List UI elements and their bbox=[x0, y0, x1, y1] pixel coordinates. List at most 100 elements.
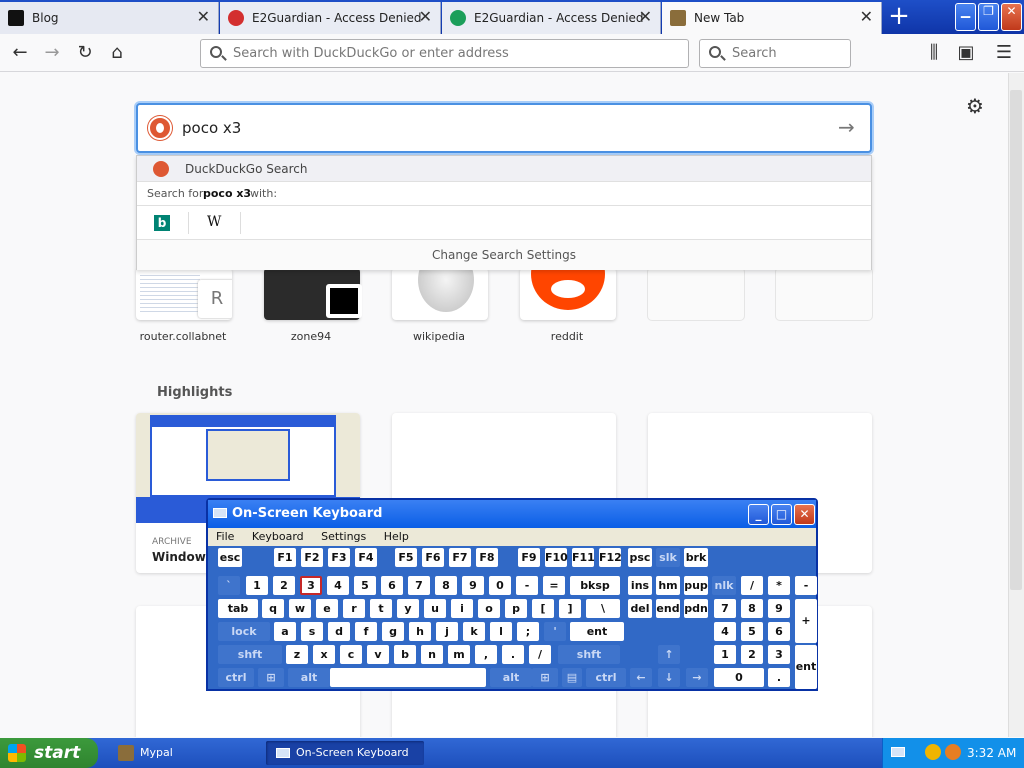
osk-key[interactable]: bksp bbox=[570, 576, 620, 595]
osk-key[interactable]: ⊞ bbox=[532, 668, 558, 687]
osk-key[interactable]: 6 bbox=[768, 622, 790, 641]
osk-key[interactable]: * bbox=[768, 576, 790, 595]
tab-e2guardian-2[interactable]: E2Guardian - Access Denied ✕ bbox=[442, 2, 661, 34]
osk-key[interactable]: F9 bbox=[518, 548, 540, 567]
osk-key[interactable]: ent bbox=[795, 645, 817, 689]
osk-key[interactable]: q bbox=[262, 599, 284, 618]
osk-key[interactable]: ctrl bbox=[586, 668, 626, 687]
minimize-button[interactable]: ▁ bbox=[955, 3, 976, 31]
osk-key[interactable]: slk bbox=[656, 548, 680, 567]
osk-key[interactable]: / bbox=[529, 645, 551, 664]
sidebar-icon[interactable]: ▣ bbox=[954, 41, 978, 65]
osk-key[interactable]: end bbox=[656, 599, 680, 618]
osk-key[interactable]: w bbox=[289, 599, 311, 618]
osk-key[interactable]: 7 bbox=[408, 576, 430, 595]
tab-new-tab[interactable]: New Tab ✕ bbox=[662, 2, 882, 34]
osk-key[interactable]: u bbox=[424, 599, 446, 618]
osk-key[interactable]: ⊞ bbox=[258, 668, 284, 687]
osk-key[interactable]: F7 bbox=[449, 548, 471, 567]
osk-key[interactable]: lock bbox=[218, 622, 270, 641]
close-icon[interactable]: ✕ bbox=[860, 9, 873, 25]
osk-key[interactable]: b bbox=[394, 645, 416, 664]
osk-key[interactable]: 3 bbox=[768, 645, 790, 664]
osk-key[interactable]: / bbox=[741, 576, 763, 595]
gear-icon[interactable]: ⚙ bbox=[966, 94, 984, 118]
osk-key[interactable]: n bbox=[421, 645, 443, 664]
osk-key[interactable]: F1 bbox=[274, 548, 296, 567]
keyboard-tray-icon[interactable] bbox=[891, 747, 905, 757]
close-icon[interactable]: ✕ bbox=[639, 9, 652, 25]
osk-key[interactable]: d bbox=[328, 622, 350, 641]
change-search-settings[interactable]: Change Search Settings bbox=[137, 240, 871, 270]
topsite-router[interactable]: R bbox=[136, 268, 232, 320]
osk-key[interactable]: 2 bbox=[273, 576, 295, 595]
osk-key[interactable]: ; bbox=[517, 622, 539, 641]
osk-key[interactable]: p bbox=[505, 599, 527, 618]
osk-menu-file[interactable]: File bbox=[216, 530, 234, 543]
osk-key[interactable]: f bbox=[355, 622, 377, 641]
osk-key[interactable]: j bbox=[436, 622, 458, 641]
osk-key[interactable]: 4 bbox=[327, 576, 349, 595]
bing-icon[interactable]: b bbox=[154, 215, 170, 231]
osk-key[interactable]: pup bbox=[684, 576, 708, 595]
osk-key[interactable]: a bbox=[274, 622, 296, 641]
osk-key[interactable]: F2 bbox=[301, 548, 323, 567]
osk-key[interactable]: i bbox=[451, 599, 473, 618]
osk-key[interactable]: = bbox=[543, 576, 565, 595]
osk-menu-settings[interactable]: Settings bbox=[321, 530, 366, 543]
engine-row[interactable]: DuckDuckGo Search bbox=[137, 156, 871, 182]
osk-key[interactable]: - bbox=[516, 576, 538, 595]
osk-key[interactable]: 2 bbox=[741, 645, 763, 664]
osk-key[interactable]: z bbox=[286, 645, 308, 664]
osk-key[interactable]: ` bbox=[218, 576, 240, 595]
osk-key[interactable]: ] bbox=[559, 599, 581, 618]
osk-key[interactable]: e bbox=[316, 599, 338, 618]
osk-key[interactable]: 4 bbox=[714, 622, 736, 641]
osk-title-bar[interactable]: On-Screen Keyboard bbox=[208, 500, 816, 528]
close-icon[interactable]: ✕ bbox=[419, 9, 432, 25]
wikipedia-icon[interactable]: W bbox=[207, 214, 221, 230]
osk-key[interactable]: brk bbox=[684, 548, 708, 567]
osk-key[interactable]: v bbox=[367, 645, 389, 664]
osk-key[interactable]: F3 bbox=[328, 548, 350, 567]
menu-icon[interactable]: ☰ bbox=[992, 41, 1016, 65]
osk-key[interactable] bbox=[330, 668, 486, 687]
osk-maximize-button[interactable]: □ bbox=[771, 504, 792, 525]
osk-key[interactable]: . bbox=[768, 668, 790, 687]
osk-key[interactable]: shft bbox=[558, 645, 620, 664]
osk-key[interactable]: alt bbox=[490, 668, 532, 687]
close-icon[interactable]: ✕ bbox=[197, 9, 210, 25]
osk-key[interactable]: y bbox=[397, 599, 419, 618]
search-query[interactable]: poco x3 bbox=[182, 119, 241, 137]
osk-key[interactable]: , bbox=[475, 645, 497, 664]
osk-key[interactable]: F10 bbox=[545, 548, 568, 567]
osk-key[interactable]: m bbox=[448, 645, 470, 664]
network-tray-icon[interactable] bbox=[925, 744, 941, 760]
osk-key[interactable]: 8 bbox=[741, 599, 763, 618]
taskbar-item-osk[interactable]: On-Screen Keyboard bbox=[266, 741, 424, 765]
osk-key[interactable]: shft bbox=[218, 645, 282, 664]
osk-key[interactable]: ↑ bbox=[658, 645, 680, 664]
osk-key[interactable]: - bbox=[795, 576, 817, 595]
osk-key[interactable]: F5 bbox=[395, 548, 417, 567]
close-window-button[interactable]: ✕ bbox=[1001, 3, 1022, 31]
start-button[interactable]: start bbox=[0, 738, 98, 768]
osk-close-button[interactable]: ✕ bbox=[794, 504, 815, 525]
osk-key[interactable]: F12 bbox=[599, 548, 622, 567]
tab-blog[interactable]: Blog ✕ bbox=[0, 2, 219, 34]
osk-key[interactable]: esc bbox=[218, 548, 242, 567]
osk-key[interactable]: alt bbox=[288, 668, 330, 687]
osk-key[interactable]: 1 bbox=[246, 576, 268, 595]
osk-key[interactable]: hm bbox=[656, 576, 680, 595]
osk-key[interactable]: 5 bbox=[741, 622, 763, 641]
osk-key[interactable]: ← bbox=[630, 668, 652, 687]
osk-key[interactable]: F8 bbox=[476, 548, 498, 567]
search-tray-icon[interactable] bbox=[945, 744, 961, 760]
osk-key[interactable]: del bbox=[628, 599, 652, 618]
tab-e2guardian-1[interactable]: E2Guardian - Access Denied ✕ bbox=[220, 2, 441, 34]
osk-key[interactable]: 6 bbox=[381, 576, 403, 595]
library-icon[interactable]: ⫼ bbox=[922, 41, 946, 65]
osk-key[interactable]: nlk bbox=[712, 576, 736, 595]
home-button[interactable]: ⌂ bbox=[105, 41, 129, 65]
osk-key[interactable]: + bbox=[795, 599, 817, 643]
